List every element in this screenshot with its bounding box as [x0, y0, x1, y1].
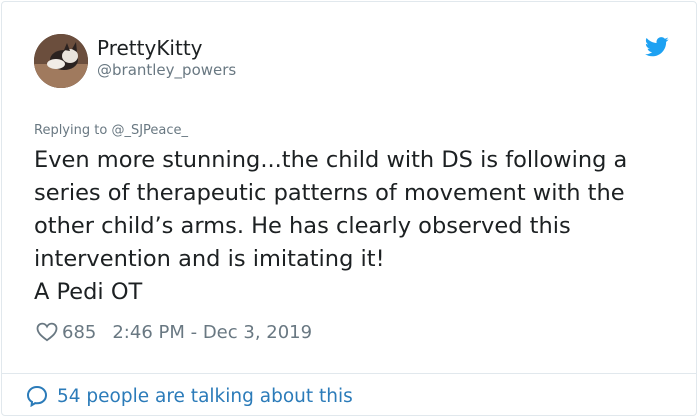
reply-target-link[interactable]: @_SJPeace_ [111, 123, 188, 138]
user-handle[interactable]: @brantley_powers [97, 61, 236, 79]
tweet-body: Even more stunning...the child with DS i… [34, 147, 628, 272]
conversation-label[interactable]: 54 people are talking about this [57, 386, 353, 407]
heart-icon[interactable] [36, 322, 58, 342]
replying-to: Replying to @_SJPeace_ [34, 123, 188, 138]
tweet-card: PrettyKitty @brantley_powers Replying to… [1, 1, 697, 416]
twitter-bird-icon[interactable] [645, 37, 669, 57]
conversation-link[interactable]: 54 people are talking about this [26, 383, 353, 409]
tweet-meta: 685 2:46 PM - Dec 3, 2019 [36, 320, 312, 344]
display-name[interactable]: PrettyKitty [97, 36, 203, 60]
like-count[interactable]: 685 [62, 322, 96, 343]
divider [2, 373, 696, 374]
tweet-signature: A Pedi OT [34, 279, 143, 305]
replying-prefix: Replying to [34, 123, 108, 138]
cat-avatar-icon [34, 34, 88, 88]
timestamp[interactable]: 2:46 PM - Dec 3, 2019 [112, 322, 312, 343]
tweet-text: Even more stunning...the child with DS i… [34, 144, 684, 309]
avatar[interactable] [34, 34, 88, 88]
speech-bubble-icon [26, 385, 48, 407]
